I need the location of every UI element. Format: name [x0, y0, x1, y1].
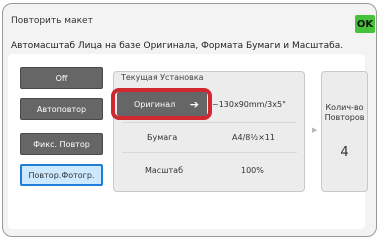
copies-label: Колич-во Повторов [324, 103, 365, 122]
original-value: ~130x90mm/3x5" [212, 100, 286, 109]
scale-label: Масштаб [145, 166, 184, 175]
copies-value: 4 [340, 145, 349, 160]
settings-divider [122, 122, 297, 123]
original-button-highlight [111, 88, 212, 120]
paper-label: Бумага [147, 133, 178, 142]
dialog-title: Повторить макет [11, 16, 93, 26]
mode-fixed-repeat-button[interactable]: Фикс. Повтор [20, 133, 103, 155]
scale-value: 100% [241, 166, 264, 175]
copies-panel[interactable] [321, 71, 368, 192]
settings-divider [122, 152, 297, 153]
ok-button[interactable]: OK [355, 15, 375, 33]
paper-value: A4/8½×11 [232, 133, 275, 142]
dialog-subtitle: Автомасштаб Лица на базе Оригинала, Форм… [11, 41, 344, 51]
mode-auto-repeat-button[interactable]: Автоповтор [20, 98, 103, 120]
current-settings-label: Текущая Установка [121, 73, 204, 82]
caret-right-icon: ▶ [312, 126, 318, 134]
mode-photo-repeat-button[interactable]: Повтор.Фотогр. [20, 164, 103, 186]
mode-off-button[interactable]: Off [20, 67, 103, 89]
